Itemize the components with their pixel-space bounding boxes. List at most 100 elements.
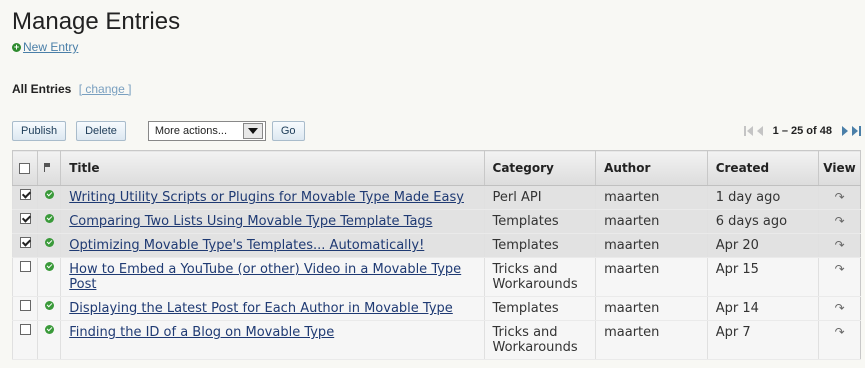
row-checkbox-cell: [11, 257, 38, 297]
published-check-icon: [44, 238, 54, 247]
plus-icon: +: [12, 41, 21, 52]
created-cell: Apr 20: [706, 233, 819, 258]
entry-title-link[interactable]: Finding the ID of a Blog on Movable Type: [69, 325, 334, 340]
row-checkbox-cell: [11, 296, 38, 321]
delete-button[interactable]: Delete: [76, 121, 126, 141]
table-row: Writing Utility Scripts or Plugins for M…: [11, 185, 861, 210]
title-cell: Displaying the Latest Post for Each Auth…: [60, 296, 485, 321]
row-checkbox-cell: [11, 185, 38, 210]
table-row: Finding the ID of a Blog on Movable Type…: [11, 320, 861, 360]
table-row: Displaying the Latest Post for Each Auth…: [11, 296, 861, 321]
published-check-icon: [44, 214, 54, 223]
view-arrow-icon[interactable]: ↷: [835, 262, 845, 276]
go-button[interactable]: Go: [271, 121, 305, 141]
last-page-icon[interactable]: [852, 126, 861, 136]
author-cell: maarten: [595, 320, 708, 360]
entry-title-link[interactable]: Writing Utility Scripts or Plugins for M…: [69, 190, 464, 205]
filter-label: All Entries: [12, 82, 72, 96]
author-cell: maarten: [595, 185, 708, 210]
page-title: Manage Entries: [12, 8, 181, 35]
row-checkbox-cell: [11, 209, 38, 234]
first-page-icon: [743, 126, 753, 136]
filter-line: All Entries [ change ]: [12, 82, 131, 96]
row-checkbox[interactable]: [19, 237, 31, 248]
flag-icon: [44, 163, 51, 172]
view-arrow-icon[interactable]: ↷: [835, 214, 845, 228]
column-header-title[interactable]: Title: [60, 150, 485, 186]
table-row: How to Embed a YouTube (or other) Video …: [11, 257, 861, 297]
published-check-icon: [44, 325, 54, 334]
publish-button[interactable]: Publish: [12, 121, 67, 141]
table-header-row: Title Category Author Created View: [11, 150, 861, 186]
view-cell: ↷: [818, 320, 861, 360]
category-cell: Templates: [483, 209, 596, 234]
column-header-category[interactable]: Category: [483, 150, 596, 186]
more-actions-value: More actions...: [154, 125, 228, 137]
category-cell: Templates: [483, 233, 596, 258]
actions-bar: Publish Delete More actions... Go 1 – 25…: [12, 120, 861, 142]
view-arrow-icon[interactable]: ↷: [835, 238, 845, 252]
created-cell: Apr 7: [706, 320, 819, 360]
row-checkbox[interactable]: [19, 189, 31, 200]
select-all-header: [11, 150, 38, 186]
category-cell: Perl API: [483, 185, 596, 210]
column-header-author[interactable]: Author: [595, 150, 708, 186]
view-cell: ↷: [818, 257, 861, 297]
author-cell: maarten: [595, 296, 708, 321]
category-cell: Templates: [483, 296, 596, 321]
more-actions-select[interactable]: More actions...: [147, 121, 266, 141]
dropdown-arrow-icon[interactable]: [242, 123, 263, 139]
created-cell: 6 days ago: [706, 209, 819, 234]
entries-table: Title Category Author Created View Writi…: [11, 150, 861, 360]
view-arrow-icon[interactable]: ↷: [835, 301, 845, 315]
title-cell: Comparing Two Lists Using Movable Type T…: [60, 209, 485, 234]
published-check-icon: [44, 262, 54, 271]
status-cell: [37, 320, 61, 360]
author-cell: maarten: [595, 233, 708, 258]
view-cell: ↷: [818, 296, 861, 321]
view-cell: ↷: [818, 185, 861, 210]
pagination: 1 – 25 of 48: [743, 125, 861, 137]
view-arrow-icon[interactable]: ↷: [835, 325, 845, 339]
author-cell: maarten: [595, 257, 708, 297]
created-cell: Apr 15: [706, 257, 819, 297]
title-cell: How to Embed a YouTube (or other) Video …: [60, 257, 485, 297]
title-cell: Optimizing Movable Type's Templates... A…: [60, 233, 485, 258]
row-checkbox[interactable]: [19, 261, 31, 272]
view-arrow-icon[interactable]: ↷: [835, 190, 845, 204]
row-checkbox-cell: [11, 233, 38, 258]
column-header-created[interactable]: Created: [706, 150, 819, 186]
new-entry-link[interactable]: + New Entry: [12, 40, 78, 54]
status-cell: [37, 257, 61, 297]
category-cell: Tricks and Workarounds: [483, 257, 596, 297]
pagination-range: 1 – 25 of 48: [772, 125, 832, 137]
status-cell: [37, 233, 61, 258]
entry-title-link[interactable]: Optimizing Movable Type's Templates... A…: [69, 238, 424, 253]
status-cell: [37, 209, 61, 234]
status-cell: [37, 185, 61, 210]
row-checkbox[interactable]: [19, 300, 31, 311]
new-entry-label[interactable]: New Entry: [23, 40, 78, 54]
row-checkbox[interactable]: [19, 324, 31, 335]
entry-title-link[interactable]: Displaying the Latest Post for Each Auth…: [69, 301, 453, 316]
created-cell: Apr 14: [706, 296, 819, 321]
author-cell: maarten: [595, 209, 708, 234]
entry-title-link[interactable]: How to Embed a YouTube (or other) Video …: [69, 262, 461, 292]
next-page-icon[interactable]: [842, 126, 848, 136]
published-check-icon: [44, 190, 54, 199]
published-check-icon: [44, 301, 54, 310]
created-cell: 1 day ago: [706, 185, 819, 210]
view-cell: ↷: [818, 209, 861, 234]
row-checkbox[interactable]: [19, 213, 31, 224]
column-header-view: View: [818, 150, 861, 186]
status-header: [37, 150, 61, 186]
change-filter-link[interactable]: [ change ]: [79, 82, 132, 96]
status-cell: [37, 296, 61, 321]
entry-title-link[interactable]: Comparing Two Lists Using Movable Type T…: [69, 214, 432, 229]
table-row: Optimizing Movable Type's Templates... A…: [11, 233, 861, 258]
title-cell: Writing Utility Scripts or Plugins for M…: [60, 185, 485, 210]
row-checkbox-cell: [11, 320, 38, 360]
category-cell: Tricks and Workarounds: [483, 320, 596, 360]
table-row: Comparing Two Lists Using Movable Type T…: [11, 209, 861, 234]
select-all-checkbox[interactable]: [19, 162, 30, 174]
